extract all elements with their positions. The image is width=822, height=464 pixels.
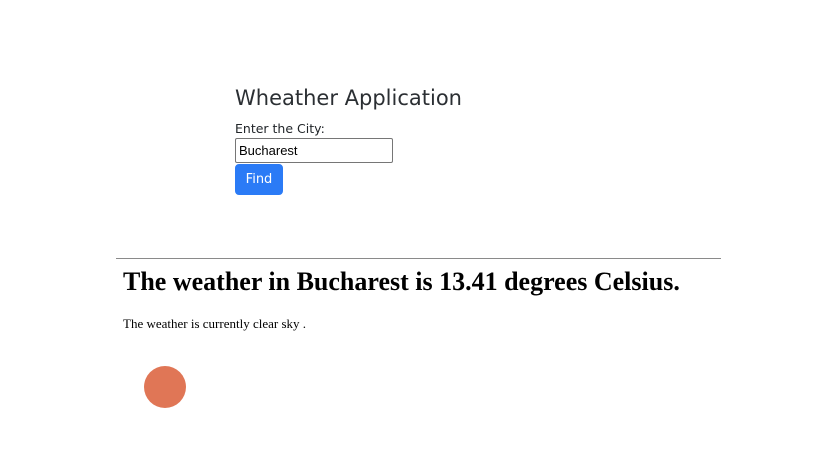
city-label: Enter the City: bbox=[235, 121, 325, 136]
find-button[interactable]: Find bbox=[235, 164, 283, 195]
weather-result-heading: The weather in Bucharest is 13.41 degree… bbox=[123, 267, 680, 296]
city-input[interactable] bbox=[235, 138, 393, 163]
result-divider bbox=[116, 258, 721, 259]
weather-form: Wheather Application Enter the City: Fin… bbox=[235, 84, 535, 195]
cursor-indicator-dot bbox=[144, 366, 186, 408]
weather-description: The weather is currently clear sky . bbox=[123, 316, 307, 331]
app-title: Wheather Application bbox=[235, 86, 462, 110]
